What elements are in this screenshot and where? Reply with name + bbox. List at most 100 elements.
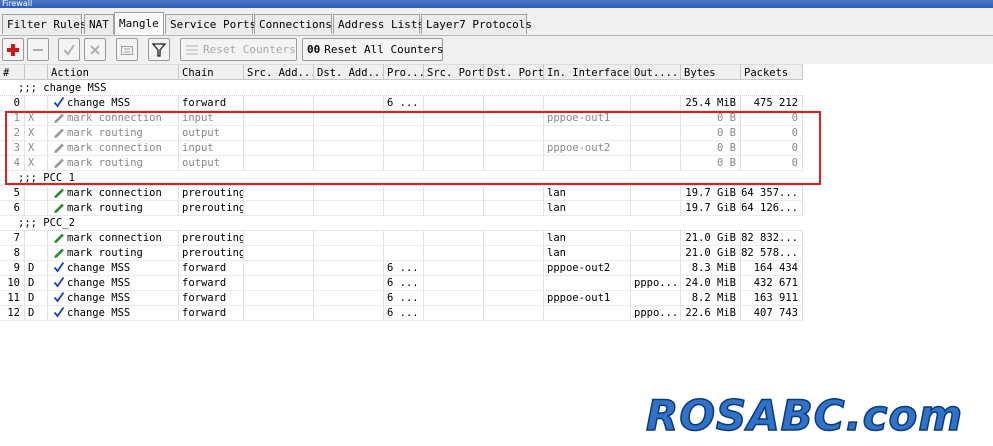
comment-row[interactable]: ;;; PCC 1 — [0, 171, 803, 186]
comment-button[interactable] — [116, 38, 138, 61]
column-header-in-interface[interactable]: In. Interface — [544, 64, 631, 80]
rule-dst-port — [484, 186, 544, 201]
rule-out-interface — [631, 231, 681, 246]
rule-action: mark connection — [48, 186, 179, 201]
tab-nat[interactable]: NAT — [84, 14, 114, 34]
table-row[interactable]: 0 change MSS forward 6 ... 25.4 MiB 475 212 — [0, 96, 803, 111]
tab-bar: Filter Rules NAT Mangle Service Ports Co… — [0, 8, 993, 36]
table-row[interactable]: 9 Dchange MSS forward 6 ... pppoe-out2 8.3 Mi… — [0, 261, 803, 276]
pencil-icon — [54, 248, 64, 258]
column-header-bytes[interactable]: Bytes — [681, 64, 741, 80]
rule-flag: D — [25, 261, 48, 276]
cross-icon — [90, 44, 100, 55]
table-row[interactable]: 6 mark routing prerouting lan 19.7 GiB 64 126… — [0, 201, 803, 216]
rule-bytes: 0 B — [681, 156, 741, 171]
tab-connections[interactable]: Connections — [254, 14, 332, 34]
rule-bytes: 8.2 MiB — [681, 291, 741, 306]
pencil-icon — [54, 128, 64, 138]
rule-in-interface: pppoe-out1 — [544, 291, 631, 306]
rule-dst-port — [484, 306, 544, 321]
tab-layer7-protocols[interactable]: Layer7 Protocols — [421, 14, 532, 34]
filter-icon — [152, 42, 166, 57]
column-header-chain[interactable]: Chain — [179, 64, 244, 80]
rule-flag: X — [25, 156, 48, 171]
table-row[interactable]: 10 Dchange MSS forward 6 ... pppo... 24.0 MiB… — [0, 276, 803, 291]
reset-all-counters-button[interactable]: 00 Reset All Counters — [302, 38, 443, 61]
disable-button[interactable] — [84, 38, 106, 61]
column-header-action[interactable]: Action — [48, 64, 179, 80]
tab-mangle[interactable]: Mangle — [114, 12, 164, 35]
rule-protocol: 6 ... — [384, 276, 424, 291]
rule-flag — [25, 186, 48, 201]
table-row[interactable]: 7 mark connection prerouting lan 21.0 GiB 82 … — [0, 231, 803, 246]
check-icon — [53, 291, 65, 303]
table-row[interactable]: 5 mark connection prerouting lan 19.7 GiB 64 … — [0, 186, 803, 201]
rule-number: 7 — [0, 231, 25, 246]
rule-out-interface: pppo... — [631, 276, 681, 291]
rule-src-port — [424, 141, 484, 156]
rule-number: 6 — [0, 201, 25, 216]
table-row[interactable]: 1 Xmark connection input pppoe-out1 0 B0 — [0, 111, 803, 126]
rule-src-address — [244, 291, 314, 306]
rule-dst-address — [314, 291, 384, 306]
column-header-dst-port[interactable]: Dst. Port — [484, 64, 544, 80]
column-header-number[interactable]: # — [0, 64, 25, 80]
table-row[interactable]: 3 Xmark connection input pppoe-out2 0 B0 — [0, 141, 803, 156]
comment-row[interactable]: ;;; change MSS — [0, 81, 803, 96]
table-row[interactable]: 2 Xmark routing output 0 B0 — [0, 126, 803, 141]
rule-dst-address — [314, 156, 384, 171]
tab-filter-rules[interactable]: Filter Rules — [2, 14, 86, 34]
table-row[interactable]: 12 Dchange MSS forward 6 ... pppo... 22.6 MiB… — [0, 306, 803, 321]
rule-action-label: mark connection — [67, 232, 162, 244]
rule-flag: X — [25, 126, 48, 141]
rule-dst-port — [484, 156, 544, 171]
pencil-icon — [54, 188, 64, 198]
rule-bytes: 24.0 MiB — [681, 276, 741, 291]
pencil-icon — [54, 158, 64, 168]
pencil-icon — [54, 143, 64, 153]
rule-flag — [25, 231, 48, 246]
rule-packets: 82 578... — [741, 246, 803, 261]
rule-in-interface: lan — [544, 231, 631, 246]
rule-dst-port — [484, 246, 544, 261]
column-header-packets[interactable]: Packets — [741, 64, 803, 80]
rule-number: 3 — [0, 141, 25, 156]
reset-counters-button[interactable]: Reset Counters — [180, 38, 297, 61]
rule-in-interface — [544, 276, 631, 291]
check-icon — [53, 261, 65, 273]
rule-bytes: 25.4 MiB — [681, 96, 741, 111]
column-header-flags[interactable] — [25, 64, 48, 80]
table-row[interactable]: 8 mark routing prerouting lan 21.0 GiB 82 578… — [0, 246, 803, 261]
comment-row[interactable]: ;;; PCC_2 — [0, 216, 803, 231]
column-header-out-interface[interactable]: Out.... — [631, 64, 681, 80]
rule-protocol — [384, 141, 424, 156]
rule-action-label: mark connection — [67, 112, 162, 124]
rule-src-address — [244, 111, 314, 126]
add-button[interactable] — [2, 38, 24, 61]
rule-dst-address — [314, 276, 384, 291]
filter-button[interactable] — [148, 38, 170, 61]
rule-chain: forward — [179, 306, 244, 321]
reset-all-counters-label: Reset All Counters — [324, 43, 444, 56]
tab-address-lists[interactable]: Address Lists — [333, 14, 424, 34]
rule-chain: input — [179, 141, 244, 156]
rule-action-label: change MSS — [67, 307, 131, 319]
rule-out-interface — [631, 96, 681, 111]
table-row[interactable]: 4 Xmark routing output 0 B0 — [0, 156, 803, 171]
column-header-dst-address[interactable]: Dst. Add... — [314, 64, 384, 80]
rule-bytes: 0 B — [681, 141, 741, 156]
table-row[interactable]: 11 Dchange MSS forward 6 ... pppoe-out1 8.2 M… — [0, 291, 803, 306]
rule-flag — [25, 96, 48, 111]
rule-src-address — [244, 156, 314, 171]
rule-protocol — [384, 246, 424, 261]
column-header-src-port[interactable]: Src. Port — [424, 64, 484, 80]
rule-in-interface: pppoe-out2 — [544, 141, 631, 156]
rule-out-interface — [631, 261, 681, 276]
column-header-src-address[interactable]: Src. Add... — [244, 64, 314, 80]
rule-action-label: mark routing — [67, 247, 143, 259]
remove-button[interactable] — [27, 38, 49, 61]
rule-chain: forward — [179, 96, 244, 111]
tab-service-ports[interactable]: Service Ports — [165, 14, 256, 34]
column-header-protocol[interactable]: Pro... — [384, 64, 424, 80]
enable-button[interactable] — [58, 38, 80, 61]
